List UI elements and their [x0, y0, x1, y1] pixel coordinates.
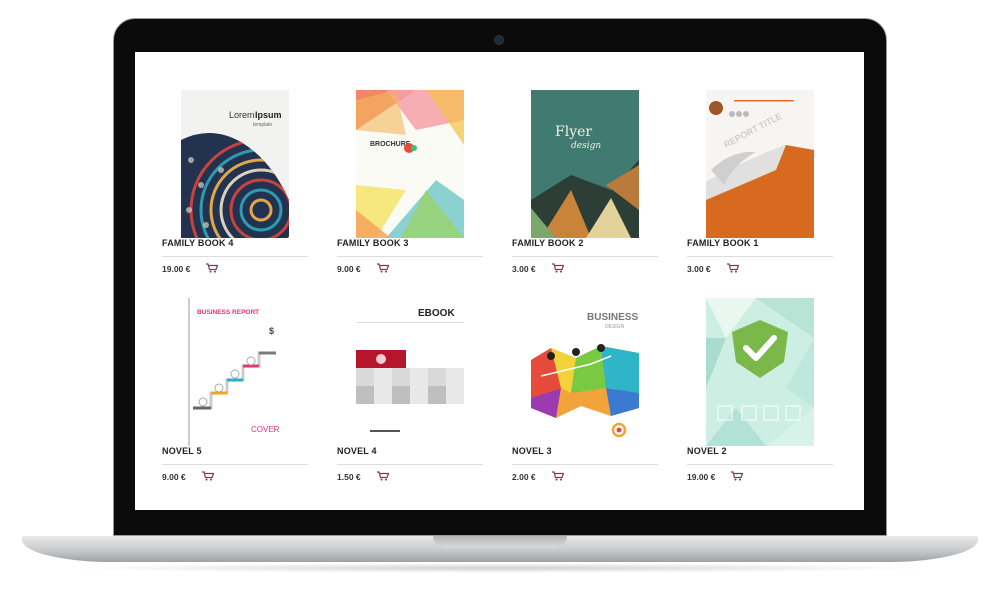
divider — [162, 256, 308, 257]
laptop-notch — [433, 536, 567, 548]
cart-icon[interactable] — [552, 263, 564, 273]
svg-text:Flyer: Flyer — [555, 124, 592, 140]
product-price: 9.00 € — [337, 264, 361, 274]
svg-text:Lorem: Lorem — [229, 110, 255, 120]
divider — [512, 464, 658, 465]
product-title[interactable]: NOVEL 4 — [337, 446, 377, 456]
book-cover[interactable]: Lorem Ipsum template — [181, 90, 289, 238]
product-price: 19.00 € — [162, 264, 191, 274]
svg-text:BUSINESS: BUSINESS — [587, 312, 638, 323]
product-title[interactable]: FAMILY BOOK 1 — [687, 238, 759, 248]
product-price: 1.50 € — [337, 472, 361, 482]
book-cover[interactable]: REPORT TITLE — [706, 90, 814, 238]
cart-icon[interactable] — [552, 471, 564, 481]
book-cover[interactable] — [706, 298, 814, 446]
product-title[interactable]: NOVEL 5 — [162, 446, 202, 456]
book-cover[interactable]: BUSINESS DESIGN — [531, 298, 639, 446]
book-cover[interactable]: BUSINESS REPORT $ COVER — [181, 298, 289, 446]
product-title[interactable]: NOVEL 2 — [687, 446, 727, 456]
book-cover[interactable]: BROCHURE — [356, 90, 464, 238]
divider — [687, 256, 833, 257]
book-cover[interactable]: Flyer design — [531, 90, 639, 238]
screen: Lorem Ipsum template FAMILY BOOK 4 19.00… — [135, 52, 864, 510]
cart-icon[interactable] — [377, 471, 389, 481]
divider — [512, 256, 658, 257]
product-price: 2.00 € — [512, 472, 536, 482]
svg-text:design: design — [571, 141, 601, 151]
product-title[interactable]: FAMILY BOOK 4 — [162, 238, 234, 248]
book-cover[interactable]: EBOOK — [356, 298, 464, 446]
camera-icon — [494, 35, 504, 45]
product-title[interactable]: FAMILY BOOK 3 — [337, 238, 409, 248]
product-price: 3.00 € — [512, 264, 536, 274]
svg-text:BUSINESS REPORT: BUSINESS REPORT — [197, 309, 259, 316]
svg-text:DESIGN: DESIGN — [605, 324, 625, 330]
product-price: 9.00 € — [162, 472, 186, 482]
cart-icon[interactable] — [206, 263, 218, 273]
svg-text:Ipsum: Ipsum — [255, 110, 282, 120]
divider — [337, 256, 483, 257]
cart-icon[interactable] — [377, 263, 389, 273]
divider — [337, 464, 483, 465]
cart-icon[interactable] — [727, 263, 739, 273]
svg-text:$: $ — [269, 326, 274, 336]
product-title[interactable]: FAMILY BOOK 2 — [512, 238, 584, 248]
divider — [687, 464, 833, 465]
product-price: 19.00 € — [687, 472, 716, 482]
laptop-bezel — [135, 510, 864, 532]
svg-text:template: template — [253, 122, 272, 128]
svg-text:EBOOK: EBOOK — [418, 308, 455, 319]
product-price: 3.00 € — [687, 264, 711, 274]
laptop-shadow — [60, 563, 940, 573]
cart-icon[interactable] — [731, 471, 743, 481]
svg-text:COVER: COVER — [251, 425, 280, 434]
divider — [162, 464, 308, 465]
cart-icon[interactable] — [202, 471, 214, 481]
product-title[interactable]: NOVEL 3 — [512, 446, 552, 456]
